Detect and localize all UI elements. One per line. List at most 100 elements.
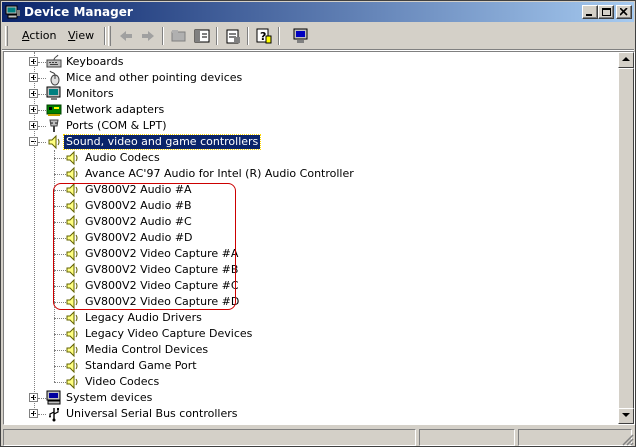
menu-view[interactable]: View <box>68 29 94 42</box>
show-hide-tree-icon <box>194 29 210 43</box>
tree-device-row[interactable]: Legacy Audio Drivers <box>4 310 618 326</box>
tree-connector <box>38 62 46 63</box>
tree-device-row[interactable]: Avance AC'97 Audio for Intel (R) Audio C… <box>4 166 618 182</box>
tree-category-row[interactable]: Keyboards <box>4 54 618 70</box>
window-title: Device Manager <box>24 5 133 19</box>
tree-category-row[interactable]: System devices <box>4 390 618 406</box>
tree-device-row[interactable]: Standard Game Port <box>4 358 618 374</box>
help-button[interactable]: ? <box>253 26 275 47</box>
tree-category-label[interactable]: Sound, video and game controllers <box>62 134 262 150</box>
scan-hardware-icon <box>293 28 308 43</box>
svg-text:?: ? <box>260 30 266 43</box>
tree-connector <box>38 398 46 399</box>
device-manager-window: Device Manager Action View ? Keyboards M… <box>0 0 636 447</box>
tree-device-label[interactable]: Avance AC'97 Audio for Intel (R) Audio C… <box>83 167 356 181</box>
tree-device-label[interactable]: Standard Game Port <box>83 359 199 373</box>
help-icon: ? <box>256 28 272 44</box>
scan-hardware-button[interactable] <box>290 26 312 47</box>
tree-connector <box>38 142 46 143</box>
forward-button[interactable] <box>137 26 159 47</box>
tree-device-row[interactable]: Legacy Video Capture Devices <box>4 326 618 342</box>
keyboard-icon <box>46 54 62 68</box>
tree-device-row[interactable]: Video Codecs <box>4 374 618 390</box>
tree-trunk-line <box>34 52 35 414</box>
close-button[interactable] <box>616 5 632 19</box>
tree-device-row[interactable]: Media Control Devices <box>4 342 618 358</box>
tree-category-row[interactable]: Universal Serial Bus controllers <box>4 406 618 422</box>
status-bar <box>2 427 634 446</box>
scroll-down-button[interactable] <box>618 408 634 424</box>
title-bar[interactable]: Device Manager <box>2 2 634 22</box>
back-arrow-icon <box>120 31 132 41</box>
vertical-scrollbar[interactable] <box>618 52 634 424</box>
speaker-icon <box>66 374 78 390</box>
size-grip-icon[interactable] <box>622 434 634 446</box>
properties-icon <box>226 29 240 44</box>
maximize-icon <box>602 8 611 16</box>
close-icon <box>620 8 628 16</box>
tree-device-row[interactable]: Audio Codecs <box>4 150 618 166</box>
toolbar-separator <box>216 27 218 45</box>
status-panel-main <box>3 429 416 446</box>
menu-view-rest: iew <box>75 29 95 42</box>
network-adapter-icon <box>46 104 62 116</box>
toolbar-separator <box>162 27 164 45</box>
mouse-icon <box>49 70 60 86</box>
back-button[interactable] <box>115 26 137 47</box>
device-tree-pane: Keyboards Mice and other pointing devices… <box>3 51 635 425</box>
tree-category-row[interactable]: Monitors <box>4 86 618 102</box>
maximize-button[interactable] <box>598 5 614 19</box>
speaker-icon <box>48 134 60 150</box>
tree-device-label[interactable]: Legacy Video Capture Devices <box>83 327 254 341</box>
tree-device-label[interactable]: Legacy Audio Drivers <box>83 311 204 325</box>
highlight-annotation <box>53 183 236 310</box>
toolbar-grip[interactable] <box>108 26 111 46</box>
tree-category-label[interactable]: Network adapters <box>64 103 166 117</box>
tree-device-label[interactable]: Audio Codecs <box>83 151 162 165</box>
monitor-icon <box>46 86 61 100</box>
device-manager-icon <box>5 5 20 19</box>
tree-connector <box>38 126 46 127</box>
tree-category-row[interactable]: Mice and other pointing devices <box>4 70 618 86</box>
status-panel-2 <box>419 429 515 446</box>
minimize-button[interactable] <box>582 5 598 19</box>
scrollbar-thumb[interactable] <box>618 68 634 410</box>
speaker-icon <box>66 150 78 166</box>
tree-category-label[interactable]: System devices <box>64 391 154 405</box>
scroll-down-arrow-icon <box>622 413 630 417</box>
tree-category-label[interactable]: Keyboards <box>64 55 125 69</box>
toolbar-grip[interactable] <box>5 26 8 46</box>
speaker-icon <box>66 358 78 374</box>
speaker-icon <box>66 342 78 358</box>
tree-category-row[interactable]: Network adapters <box>4 102 618 118</box>
menu-action[interactable]: Action <box>22 29 56 42</box>
toolbar-separator <box>247 27 249 45</box>
scroll-up-button[interactable] <box>618 52 634 68</box>
tree-category-label[interactable]: Mice and other pointing devices <box>64 71 244 85</box>
tree-category-label[interactable]: Ports (COM & LPT) <box>64 119 169 133</box>
tree-connector <box>38 94 46 95</box>
properties-button[interactable] <box>222 26 244 47</box>
tree-connector <box>38 414 46 415</box>
tree-connector <box>38 110 46 111</box>
computer-icon <box>46 390 61 405</box>
tree-device-label[interactable]: Media Control Devices <box>83 343 210 357</box>
toolbar-separator <box>104 27 106 45</box>
usb-icon <box>49 408 59 422</box>
scroll-up-arrow-icon <box>622 57 630 61</box>
tree-category-label[interactable]: Monitors <box>64 87 116 101</box>
up-folder-icon <box>171 30 186 42</box>
tree-category-row[interactable]: Sound, video and game controllers <box>4 134 618 150</box>
show-hide-tree-button[interactable] <box>191 26 213 47</box>
menu-action-rest: ction <box>29 29 57 42</box>
port-icon <box>49 119 59 132</box>
status-panel-3 <box>518 429 632 446</box>
tree-device-label[interactable]: Video Codecs <box>83 375 161 389</box>
tree-category-label[interactable]: Universal Serial Bus controllers <box>64 407 239 421</box>
tree-connector <box>38 78 46 79</box>
speaker-icon <box>66 326 78 342</box>
up-button[interactable] <box>168 26 190 47</box>
forward-arrow-icon <box>142 31 154 41</box>
minimize-icon <box>586 14 592 16</box>
tree-category-row[interactable]: Ports (COM & LPT) <box>4 118 618 134</box>
